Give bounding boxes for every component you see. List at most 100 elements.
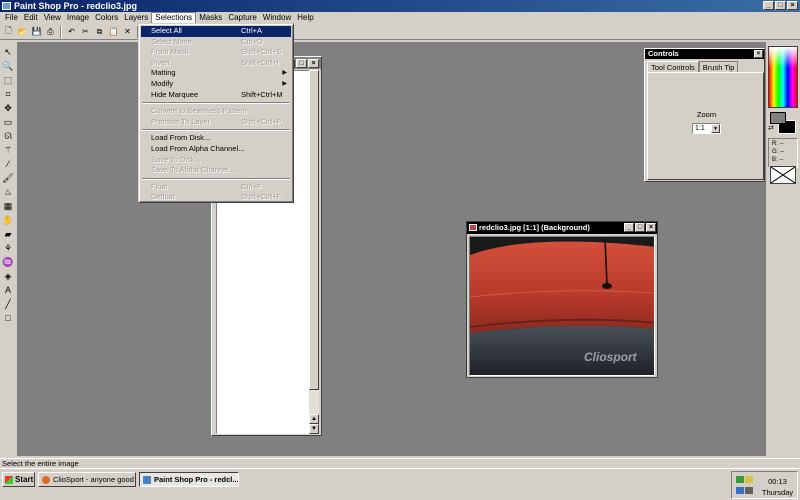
- doc-maximize-button[interactable]: □: [296, 58, 307, 68]
- cliosport-watermark: Cliosport: [584, 350, 638, 364]
- magic-wand-icon[interactable]: ⚚: [2, 144, 15, 156]
- main-toolbar: 🗋📂💾⎙↶✂⧉📋✕▭: [0, 24, 800, 40]
- doc-close-button[interactable]: ×: [308, 58, 319, 68]
- selection-tool-icon[interactable]: ▭: [2, 116, 15, 128]
- status-text: Select the entire image: [2, 459, 79, 468]
- monitor-icon[interactable]: [745, 487, 753, 494]
- start-label: Start: [15, 475, 34, 484]
- color-replacer-icon[interactable]: ▦: [2, 200, 15, 212]
- antivirus-icon[interactable]: [736, 487, 744, 494]
- eraser-icon[interactable]: ▰: [2, 228, 15, 240]
- mover-tool-icon[interactable]: ✥: [2, 102, 15, 114]
- close-button[interactable]: ×: [787, 1, 798, 10]
- menu-item-matting[interactable]: Matting ▶: [141, 68, 291, 79]
- menu-item-modify[interactable]: Modify ▶: [141, 79, 291, 90]
- retouch-icon[interactable]: ✋: [2, 214, 15, 226]
- tab-tool-controls[interactable]: Tool Controls: [647, 61, 699, 72]
- network-icon[interactable]: [736, 476, 744, 483]
- image-title-bar[interactable]: redclio3.jpg [1:1] (Background) _ □ ×: [467, 222, 657, 234]
- foreground-color-box[interactable]: [770, 112, 786, 124]
- menu-item-promote-to-layer[interactable]: Promote To Layer Shift+Ctrl+P: [141, 117, 291, 128]
- zoom-dropdown-arrow-icon[interactable]: ▼: [711, 124, 720, 133]
- menu-colors[interactable]: Colors: [92, 12, 121, 24]
- image-close-button[interactable]: ×: [646, 223, 656, 232]
- pattern-swatch[interactable]: [770, 166, 796, 184]
- menu-item-save-to-disk[interactable]: Save To Disk...: [141, 155, 291, 166]
- menu-item-from-mask[interactable]: From Mask Shift+Ctrl+S: [141, 47, 291, 58]
- menu-view[interactable]: View: [41, 12, 64, 24]
- zoom-tool-icon[interactable]: 🔍: [2, 60, 15, 72]
- scroll-thumb[interactable]: [309, 70, 319, 390]
- menu-item-shortcut: Ctrl+A: [241, 26, 263, 35]
- system-tray: 00:13 Thursday: [731, 471, 798, 499]
- controls-tabs: Tool Controls Brush Tip: [647, 61, 762, 72]
- menu-item-label: Save To Disk...: [151, 154, 201, 164]
- image-canvas[interactable]: Cliosport: [469, 236, 655, 376]
- scroll-up-arrow[interactable]: ▲: [309, 414, 319, 424]
- menu-item-shortcut: Shift+Ctrl+M: [241, 89, 283, 99]
- minimize-button[interactable]: _: [763, 1, 774, 10]
- deformation-tool-icon[interactable]: ⬚: [2, 74, 15, 86]
- menu-item-hide-marquee[interactable]: Hide Marquee Shift+Ctrl+M: [141, 90, 291, 101]
- menu-item-load-from-disk[interactable]: Load From Disk...: [141, 133, 291, 144]
- menu-item-save-to-alpha-channel[interactable]: Save To Alpha Channel...: [141, 165, 291, 176]
- zoom-select[interactable]: 1:1 ▼: [692, 123, 721, 134]
- paintbrush-icon[interactable]: 🖌: [2, 172, 15, 184]
- start-button[interactable]: Start: [2, 472, 35, 487]
- menu-item-defloat[interactable]: Defloat Shift+Ctrl+F: [141, 192, 291, 203]
- menu-item-label: Invert: [151, 57, 170, 67]
- speaker-icon[interactable]: [745, 476, 753, 483]
- flood-fill-icon[interactable]: ◈: [2, 270, 15, 282]
- task-button-paintshop[interactable]: Paint Shop Pro - redcl...: [139, 472, 239, 487]
- swap-colors-icon[interactable]: ⇄: [768, 124, 774, 132]
- app-title-bar[interactable]: Paint Shop Pro - redclio3.jpg _ □ ×: [0, 0, 800, 12]
- copy-icon[interactable]: ⧉: [93, 25, 106, 38]
- menu-item-select-all[interactable]: Select All Ctrl+A: [141, 26, 291, 37]
- vertical-scrollbar[interactable]: ▲ ▼: [309, 70, 319, 434]
- paste-icon[interactable]: 📋: [107, 25, 120, 38]
- color-picker-swatch[interactable]: [768, 46, 798, 108]
- menu-separator: [142, 102, 290, 105]
- menu-item-label: Load From Alpha Channel...: [151, 143, 245, 153]
- undo-icon[interactable]: ↶: [65, 25, 78, 38]
- menu-edit[interactable]: Edit: [21, 12, 41, 24]
- menu-help[interactable]: Help: [294, 12, 316, 24]
- draw-line-icon[interactable]: ╱: [2, 298, 15, 310]
- scroll-down-arrow[interactable]: ▼: [309, 424, 319, 434]
- tab-brush-tip[interactable]: Brush Tip: [698, 61, 739, 72]
- save-icon[interactable]: 💾: [30, 25, 43, 38]
- menu-image[interactable]: Image: [64, 12, 92, 24]
- arrow-tool-icon[interactable]: ↖: [2, 46, 15, 58]
- print-icon[interactable]: ⎙: [44, 25, 57, 38]
- menu-item-float[interactable]: Float Ctrl+F: [141, 182, 291, 193]
- open-folder-icon[interactable]: 📂: [16, 25, 29, 38]
- menu-item-load-from-alpha-channel[interactable]: Load From Alpha Channel...: [141, 144, 291, 155]
- controls-close-button[interactable]: ×: [754, 50, 763, 58]
- cut-icon[interactable]: ✂: [79, 25, 92, 38]
- delete-icon[interactable]: ✕: [121, 25, 134, 38]
- picture-tube-icon[interactable]: ⚘: [2, 242, 15, 254]
- image-window-title: redclio3.jpg [1:1] (Background): [479, 223, 590, 232]
- controls-panel[interactable]: Controls × Tool Controls Brush Tip Zoom …: [644, 48, 765, 182]
- image-minimize-button[interactable]: _: [624, 223, 634, 232]
- clock[interactable]: 00:13 Thursday: [756, 476, 799, 498]
- preset-shape-icon[interactable]: □: [2, 312, 15, 324]
- menu-file[interactable]: File: [2, 12, 21, 24]
- menu-item-convert-to-seamless-pattern[interactable]: Convert to Seamless Pattern: [141, 106, 291, 117]
- image-maximize-button[interactable]: □: [635, 223, 645, 232]
- freehand-selection-icon[interactable]: ᘏ: [2, 130, 15, 142]
- text-tool-icon[interactable]: A: [2, 284, 15, 296]
- menu-item-invert[interactable]: Invert Shift+Ctrl+I: [141, 58, 291, 69]
- menu-item-select-none[interactable]: Select None Ctrl+D: [141, 37, 291, 48]
- maximize-button[interactable]: □: [775, 1, 786, 10]
- clone-brush-icon[interactable]: ♨: [2, 186, 15, 198]
- dropper-icon[interactable]: ⁄: [2, 158, 15, 170]
- task-button-cliosport[interactable]: ClioSport - anyone good ...: [38, 472, 136, 487]
- crop-tool-icon[interactable]: ⌗: [2, 88, 15, 100]
- airbrush-icon[interactable]: ♒: [2, 256, 15, 268]
- image-window[interactable]: redclio3.jpg [1:1] (Background) _ □ × Cl…: [466, 221, 658, 378]
- new-file-icon[interactable]: 🗋: [2, 25, 15, 38]
- controls-title-bar[interactable]: Controls ×: [645, 49, 764, 59]
- selections-menu: Select All Ctrl+A Select None Ctrl+D From Ma…: [138, 23, 294, 203]
- app-icon[interactable]: [2, 2, 11, 10]
